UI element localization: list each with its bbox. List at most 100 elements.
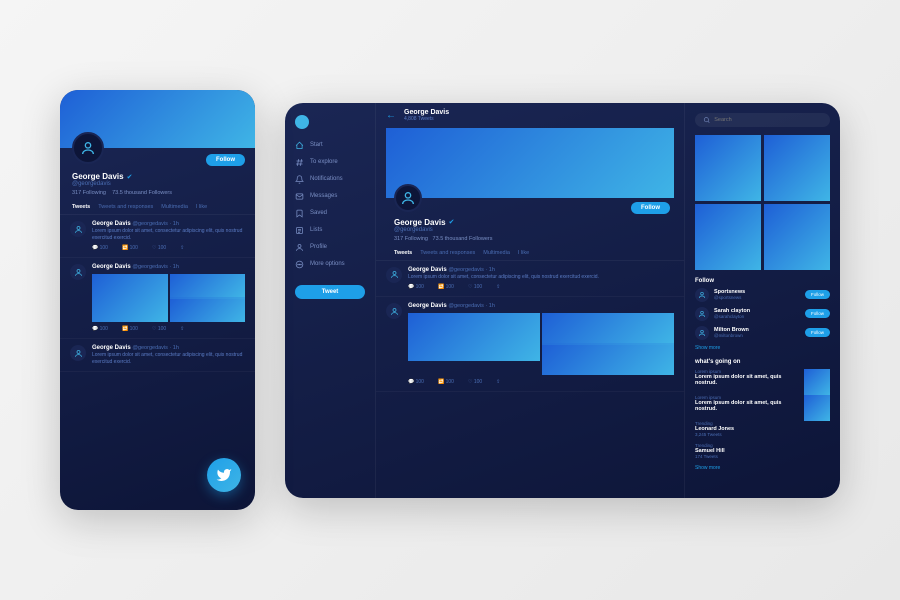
retweet-action[interactable]: 🔁 100 <box>122 245 138 251</box>
tweet-avatar[interactable] <box>386 267 402 283</box>
follow-button[interactable]: Follow <box>805 328 830 337</box>
app-logo[interactable] <box>295 115 309 129</box>
right-column: Follow Sportsnews@sportsnewsFollow Sarah… <box>685 103 840 498</box>
media-image[interactable] <box>170 274 246 297</box>
tweet-actions: 💬 100 🔁 100 ♡ 100 ⇪ <box>92 245 245 251</box>
followers-count[interactable]: 73.5 thousand <box>112 190 147 196</box>
tweet-item[interactable]: George Davis @georgedavis · 1h 💬 100 🔁 1… <box>376 297 684 392</box>
media-image[interactable] <box>408 313 540 361</box>
profile-avatar[interactable] <box>72 132 104 164</box>
media-thumb[interactable] <box>695 204 761 270</box>
profile-avatar[interactable] <box>394 184 422 212</box>
tweet-item[interactable]: George Davis @georgedavis · 1h Lorem ips… <box>60 339 255 372</box>
media-grid <box>695 135 830 270</box>
tweet-avatar[interactable] <box>386 303 402 319</box>
nav-profile[interactable]: Profile <box>295 243 365 252</box>
profile-banner <box>60 90 255 148</box>
tweet-item[interactable]: George Davis @georgedavis · 1h Lorem ips… <box>376 261 684 298</box>
tab-replies[interactable]: Tweets and responses <box>98 204 153 210</box>
tab-media[interactable]: Multimedia <box>483 250 510 256</box>
nav-start[interactable]: Start <box>295 141 365 150</box>
sidebar: Start To explore Notifications Messages … <box>285 103 375 498</box>
trend-item[interactable]: Lorem ipsumLorem ipsum dolor sit amet, q… <box>695 369 798 389</box>
media-thumb[interactable] <box>695 135 761 201</box>
tweet-author: George Davis <box>92 345 131 351</box>
tab-likes[interactable]: I like <box>518 250 529 256</box>
compose-fab[interactable] <box>207 458 241 492</box>
reply-action[interactable]: 💬 100 <box>408 284 424 290</box>
tweet-item[interactable]: George Davis @georgedavis · 1h Lorem ips… <box>60 215 255 258</box>
nav-lists[interactable]: Lists <box>295 226 365 235</box>
tab-tweets[interactable]: Tweets <box>394 250 412 256</box>
like-action[interactable]: ♡ 100 <box>468 379 482 385</box>
profile-info: George Davis ✔ @georgedavis 317 Followin… <box>60 166 255 200</box>
nav-explore[interactable]: To explore <box>295 158 365 167</box>
trend-item[interactable]: Lorem ipsumLorem ipsum dolor sit amet, q… <box>695 395 798 415</box>
nav-saved[interactable]: Saved <box>295 209 365 218</box>
search-bar[interactable] <box>695 113 830 127</box>
retweet-action[interactable]: 🔁 100 <box>438 284 454 290</box>
nav-more[interactable]: More options <box>295 260 365 269</box>
follow-button[interactable]: Follow <box>631 202 670 214</box>
search-input[interactable] <box>714 117 822 123</box>
tab-likes[interactable]: I like <box>196 204 207 210</box>
media-image[interactable] <box>92 274 168 322</box>
follow-button[interactable]: Follow <box>805 309 830 318</box>
retweet-action[interactable]: 🔁 100 <box>438 379 454 385</box>
phone-mockup: Follow George Davis ✔ @georgedavis 317 F… <box>60 90 255 510</box>
reply-action[interactable]: 💬 100 <box>92 245 108 251</box>
media-image[interactable] <box>542 313 674 343</box>
profile-banner <box>386 128 674 198</box>
follow-button[interactable]: Follow <box>805 290 830 299</box>
tablet-mockup: Start To explore Notifications Messages … <box>285 103 840 498</box>
follow-suggestion[interactable]: Milton Brown@miltonbrownFollow <box>695 326 830 340</box>
show-more-link[interactable]: Show more <box>695 345 830 351</box>
tweet-button[interactable]: Tweet <box>295 285 365 299</box>
reply-action[interactable]: 💬 100 <box>408 379 424 385</box>
share-action[interactable]: ⇪ <box>180 245 184 251</box>
trends-panel: what's going on Lorem ipsumLorem ipsum d… <box>695 359 830 471</box>
profile-name: George Davis <box>72 172 124 181</box>
media-image[interactable] <box>542 345 674 375</box>
media-image[interactable] <box>170 299 246 322</box>
tweet-handle: @georgedavis · 1h <box>132 221 179 227</box>
followers-count[interactable]: 73.5 thousand <box>433 236 468 242</box>
like-action[interactable]: ♡ 100 <box>152 326 166 332</box>
share-action[interactable]: ⇪ <box>496 284 500 290</box>
tweet-text: Lorem ipsum dolor sit amet, consectetur … <box>92 352 245 365</box>
profile-name: George Davis <box>394 218 446 227</box>
tab-media[interactable]: Multimedia <box>161 204 188 210</box>
tweet-item[interactable]: George Davis @georgedavis · 1h 💬 100 🔁 1… <box>60 258 255 339</box>
media-thumb[interactable] <box>764 204 830 270</box>
trend-thumb[interactable] <box>804 369 830 395</box>
follow-suggestion[interactable]: Sarah clayton@sarahclaytonFollow <box>695 307 830 321</box>
following-count[interactable]: 317 <box>394 236 403 242</box>
tweet-avatar[interactable] <box>70 264 86 280</box>
main-column: ← George Davis 4,808 Tweets Follow Georg… <box>375 103 685 498</box>
retweet-action[interactable]: 🔁 100 <box>122 326 138 332</box>
nav-messages[interactable]: Messages <box>295 192 365 201</box>
show-more-link[interactable]: Show more <box>695 465 830 471</box>
media-thumb[interactable] <box>764 135 830 201</box>
follow-suggestion[interactable]: Sportsnews@sportsnewsFollow <box>695 288 830 302</box>
tweet-author: George Davis <box>92 221 131 227</box>
tweet-handle: @georgedavis · 1h <box>132 345 179 351</box>
tab-tweets[interactable]: Tweets <box>72 204 90 210</box>
follow-button[interactable]: Follow <box>206 154 245 166</box>
trend-item[interactable]: TrendingSamuel Hill174 Tweets <box>695 443 830 459</box>
page-header: ← George Davis 4,808 Tweets <box>376 103 684 128</box>
reply-action[interactable]: 💬 100 <box>92 326 108 332</box>
share-action[interactable]: ⇪ <box>496 379 500 385</box>
nav-notifications[interactable]: Notifications <box>295 175 365 184</box>
tab-replies[interactable]: Tweets and responses <box>420 250 475 256</box>
trend-thumb[interactable] <box>804 395 830 421</box>
trend-item[interactable]: TrendingLeonard Jones3,245 Tweets <box>695 421 830 437</box>
tweet-media[interactable] <box>92 274 245 322</box>
like-action[interactable]: ♡ 100 <box>468 284 482 290</box>
like-action[interactable]: ♡ 100 <box>152 245 166 251</box>
tweet-avatar[interactable] <box>70 221 86 237</box>
share-action[interactable]: ⇪ <box>180 326 184 332</box>
following-count[interactable]: 317 <box>72 190 81 196</box>
back-icon[interactable]: ← <box>386 110 396 121</box>
tweet-avatar[interactable] <box>70 345 86 361</box>
